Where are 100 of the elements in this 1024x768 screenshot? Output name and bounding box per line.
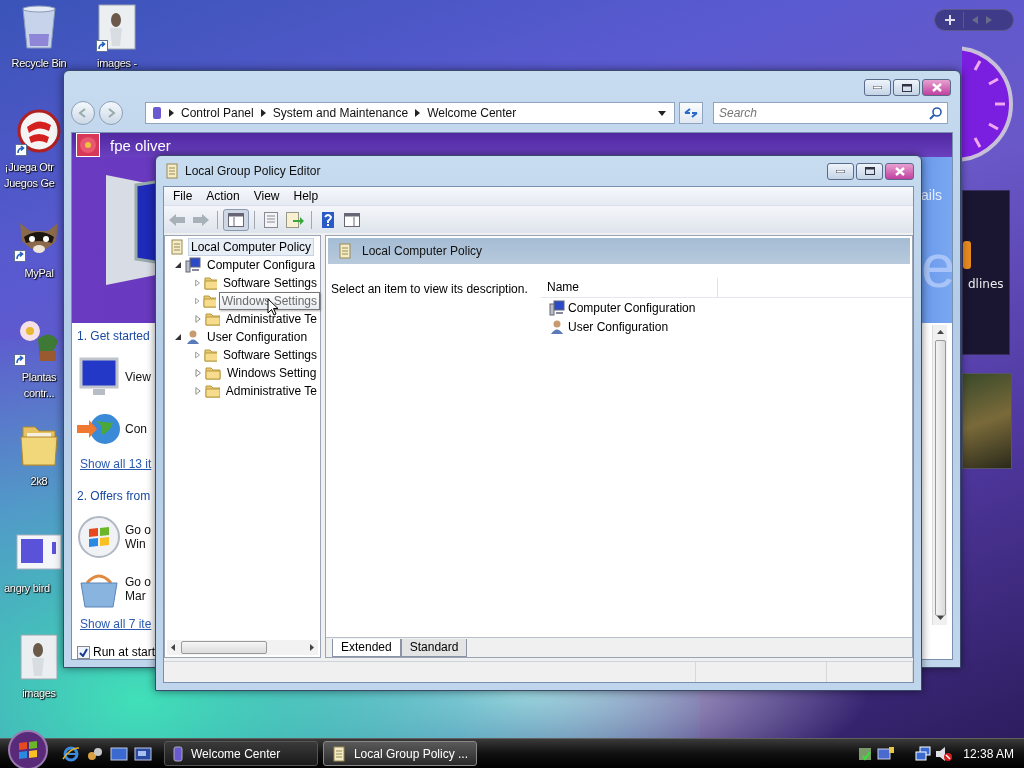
close-button[interactable] bbox=[885, 162, 914, 180]
news-gadget[interactable]: dlines bbox=[962, 190, 1010, 355]
windows-logo-icon[interactable] bbox=[77, 515, 121, 559]
clock-time[interactable]: 12:38 AM bbox=[963, 746, 1014, 761]
taskbar-button[interactable]: Local Group Policy ... bbox=[323, 741, 477, 766]
security-icon[interactable] bbox=[857, 745, 874, 762]
icon-label: Recycle Bin bbox=[11, 56, 67, 71]
start-button[interactable] bbox=[8, 729, 48, 768]
maximize-icon bbox=[864, 167, 875, 175]
minimize-icon bbox=[836, 169, 845, 173]
tree-item[interactable]: Software Settings bbox=[219, 346, 320, 364]
tree-item[interactable]: Software Settings bbox=[219, 274, 320, 292]
recycle-bin-icon[interactable] bbox=[19, 4, 59, 50]
menu-item[interactable]: File bbox=[166, 189, 200, 203]
volume-muted-icon[interactable] bbox=[935, 745, 954, 762]
screenshot-thumbnail-icon[interactable] bbox=[16, 534, 62, 570]
expanded-arrow-icon[interactable] bbox=[174, 261, 182, 269]
tree-item[interactable]: Computer Configura bbox=[204, 256, 319, 274]
task-link[interactable]: View bbox=[125, 370, 151, 384]
tree-pane-button[interactable] bbox=[223, 208, 249, 231]
maximize-button[interactable] bbox=[893, 79, 920, 96]
photo-thumbnail-icon[interactable] bbox=[20, 634, 58, 680]
window-title: Local Group Policy Editor bbox=[185, 164, 321, 178]
maximize-icon bbox=[901, 83, 912, 92]
breadcrumb-arrow-icon[interactable] bbox=[169, 109, 174, 117]
icon-label: 2k8 bbox=[30, 474, 48, 489]
forward-arrow-icon bbox=[193, 213, 209, 226]
icon-label: MyPal bbox=[24, 266, 54, 281]
scroll-up-icon[interactable] bbox=[936, 330, 944, 334]
close-button[interactable] bbox=[922, 79, 951, 96]
policy-icon bbox=[332, 745, 346, 762]
tree-item[interactable]: Local Computer Policy bbox=[188, 238, 315, 256]
scroll-left-icon[interactable] bbox=[171, 644, 175, 651]
add-icon[interactable] bbox=[945, 15, 955, 25]
maximize-button[interactable] bbox=[856, 162, 883, 180]
vertical-scrollbar[interactable] bbox=[932, 325, 947, 625]
minimize-button[interactable] bbox=[864, 79, 891, 96]
user-icon bbox=[549, 318, 565, 335]
task-link[interactable]: Go o Mar bbox=[125, 575, 151, 603]
horizontal-scrollbar[interactable] bbox=[167, 640, 318, 655]
expanded-arrow-icon[interactable] bbox=[174, 333, 182, 341]
game-logo-icon[interactable] bbox=[17, 109, 61, 153]
breadcrumb-arrow-icon[interactable] bbox=[260, 109, 266, 117]
tooltip[interactable]: Windows Settings bbox=[218, 292, 320, 310]
folder-icon[interactable] bbox=[19, 423, 59, 467]
switch-windows-icon[interactable] bbox=[134, 745, 152, 762]
breadcrumb-arrow-icon[interactable] bbox=[415, 109, 421, 117]
monitor-icon[interactable] bbox=[77, 357, 121, 397]
checkbox[interactable] bbox=[77, 645, 90, 659]
pane-title: Local Computer Policy bbox=[362, 244, 483, 258]
tree-item[interactable]: Windows Setting bbox=[224, 364, 320, 382]
list-item[interactable]: User Configuration bbox=[568, 319, 669, 334]
tab[interactable]: Extended bbox=[332, 639, 401, 657]
tree-item[interactable]: User Configuration bbox=[204, 328, 311, 346]
breadcrumb-item[interactable]: Welcome Center bbox=[427, 106, 517, 120]
computer-icon bbox=[185, 257, 201, 273]
tab[interactable]: Standard bbox=[400, 639, 468, 657]
task-link[interactable]: Con bbox=[125, 422, 147, 436]
dropdown-icon[interactable] bbox=[658, 110, 666, 116]
taskbar-button[interactable]: Welcome Center bbox=[164, 741, 318, 766]
tree-item[interactable]: Administrative Te bbox=[222, 310, 320, 328]
list-item[interactable]: Computer Configuration bbox=[568, 300, 696, 315]
photo-thumbnail-icon[interactable] bbox=[98, 4, 136, 50]
column-header[interactable]: Name bbox=[541, 278, 718, 297]
checkbox-label[interactable]: Run at start bbox=[93, 645, 156, 659]
network-icon[interactable] bbox=[915, 745, 932, 762]
scroll-right-icon[interactable] bbox=[310, 644, 314, 651]
description-text: Select an item to view its description. bbox=[331, 282, 528, 296]
show-all-link[interactable]: Show all 7 ite bbox=[80, 617, 157, 631]
close-icon bbox=[931, 83, 942, 92]
help-icon bbox=[322, 211, 334, 228]
collapsed-arrow-icon[interactable] bbox=[194, 279, 201, 287]
tree-item[interactable]: Administrative Te bbox=[222, 382, 320, 400]
collapsed-arrow-icon[interactable] bbox=[194, 387, 202, 395]
clock-gadget[interactable] bbox=[962, 46, 1013, 162]
task-link[interactable]: Go o Win bbox=[125, 523, 151, 551]
folder-icon bbox=[203, 347, 217, 363]
refresh-button[interactable] bbox=[679, 102, 703, 124]
menu-item[interactable]: View bbox=[246, 189, 287, 203]
menu-item[interactable]: Help bbox=[286, 189, 326, 203]
section-heading: 2. Offers from bbox=[77, 489, 152, 503]
show-desktop-icon[interactable] bbox=[110, 745, 128, 762]
browser-icon[interactable] bbox=[62, 744, 80, 763]
search-field[interactable]: Search bbox=[713, 102, 948, 124]
breadcrumb-item[interactable]: System and Maintenance bbox=[272, 106, 409, 120]
collapsed-arrow-icon[interactable] bbox=[194, 351, 201, 359]
globe-icon[interactable] bbox=[77, 411, 121, 447]
computer-icon bbox=[549, 299, 565, 316]
minimize-button[interactable] bbox=[827, 162, 854, 180]
icon-label: Plantas contr... bbox=[21, 370, 57, 401]
breadcrumb-item[interactable]: Control Panel bbox=[181, 106, 254, 120]
address-bar[interactable]: Control Panel System and Maintenance Welcome Center bbox=[145, 102, 675, 124]
icon-label: images - bbox=[97, 56, 137, 71]
collapsed-arrow-icon[interactable] bbox=[194, 369, 202, 377]
update-icon[interactable] bbox=[877, 745, 896, 762]
headline-thumbnail[interactable] bbox=[963, 241, 971, 269]
menu-item[interactable]: Action bbox=[199, 189, 247, 203]
show-all-link[interactable]: Show all 13 it bbox=[80, 457, 157, 471]
folder-icon bbox=[203, 275, 217, 291]
collapsed-arrow-icon[interactable] bbox=[194, 315, 202, 323]
